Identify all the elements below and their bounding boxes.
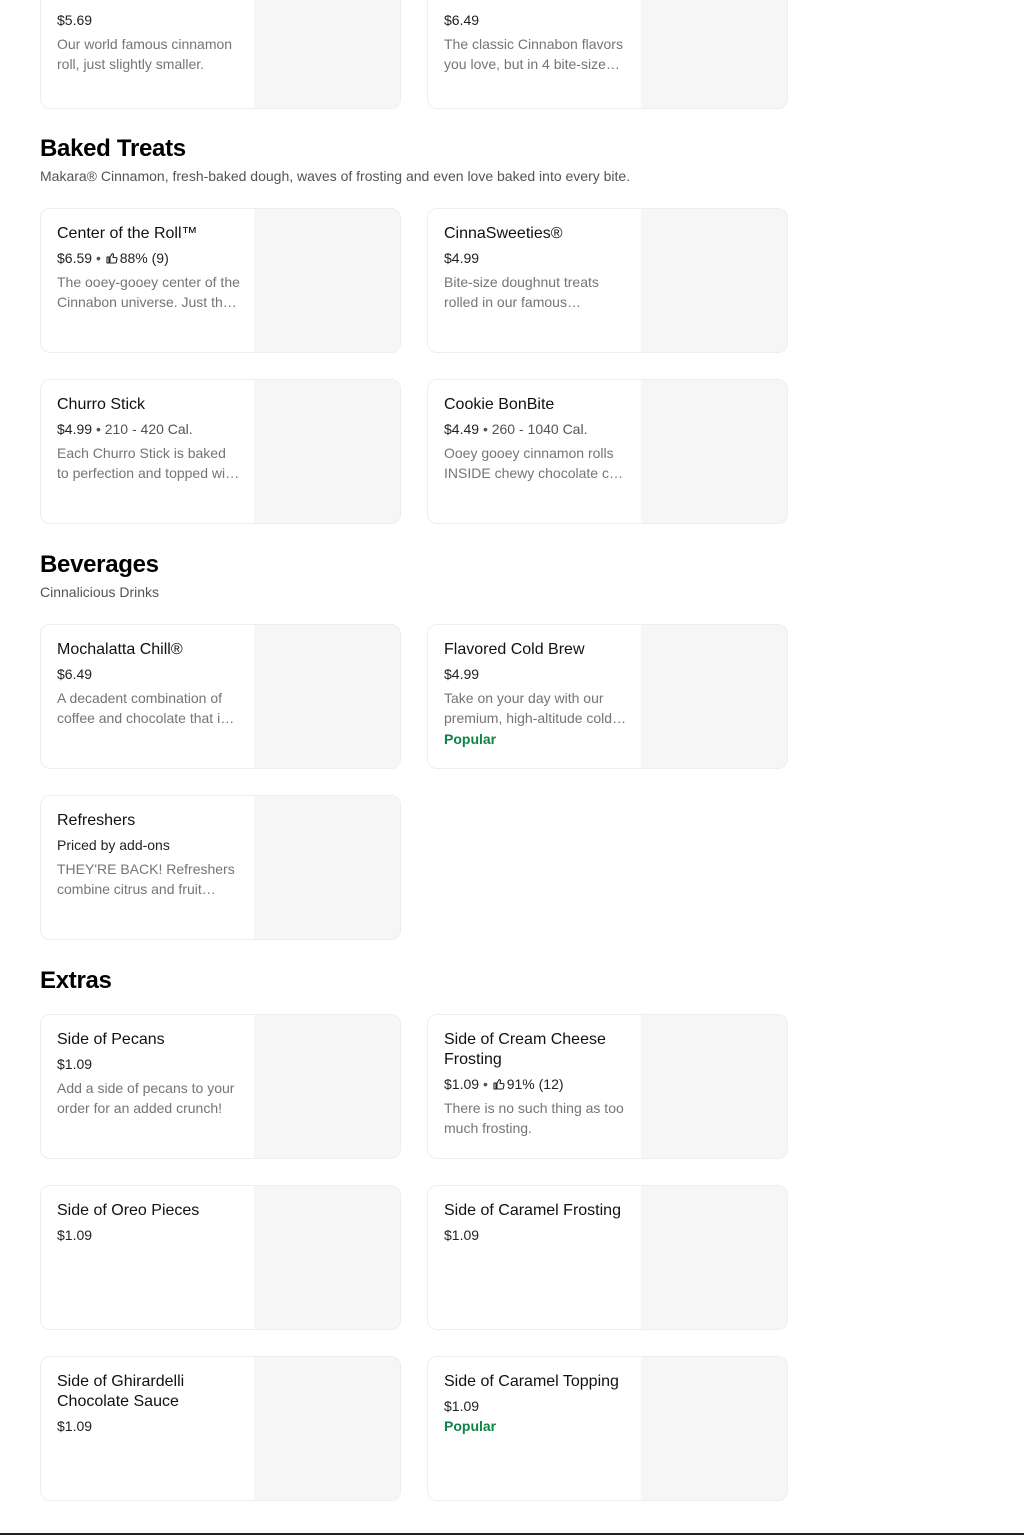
item-price: $4.99 <box>444 666 480 682</box>
item-name: Center of the Roll™ <box>57 225 198 242</box>
thumbs-up-icon <box>106 252 118 264</box>
menu-item-card[interactable]: $6.49 The classic Cinnabon flavors you l… <box>427 0 788 109</box>
section-subtitle: Cinnalicious Drinks <box>40 584 160 600</box>
item-description: The ooey-gooey center of the Cinnabon un… <box>57 274 240 310</box>
menu-item-card[interactable]: $5.69 Our world famous cinnamon roll, ju… <box>40 0 401 109</box>
section-title: Beverages <box>40 551 159 578</box>
item-price: $5.69 <box>57 12 93 28</box>
item-description: Take on your day with our premium, high-… <box>444 690 613 726</box>
item-image <box>641 380 787 523</box>
item-price: $1.09 <box>57 1227 93 1243</box>
popular-badge: Popular <box>444 1418 497 1434</box>
menu-item-card[interactable]: Side of Ghirardelli Chocolate Sauce $1.0… <box>40 1356 401 1501</box>
item-name: Mochalatta Chill® <box>57 641 183 658</box>
item-meta: $4.49 • 260 - 1040 Cal. <box>444 420 628 438</box>
item-name: Side of Ghirardelli Chocolate Sauce <box>57 1373 185 1410</box>
item-image <box>254 209 400 352</box>
item-price: $4.99 <box>57 421 93 437</box>
item-price: $6.59 <box>57 250 93 266</box>
item-image <box>254 380 400 523</box>
item-image <box>254 1015 400 1158</box>
item-image <box>641 1357 787 1500</box>
item-name: Churro Stick <box>57 396 146 413</box>
item-price: $1.09 <box>444 1398 480 1414</box>
item-description: Add a side of pecans to your order for a… <box>57 1080 235 1116</box>
item-description: There is no such thing as too much frost… <box>444 1100 624 1136</box>
section-title: Extras <box>40 967 112 994</box>
item-name: CinnaSweeties® <box>444 225 563 242</box>
item-description: Each Churro Stick is baked to perfection… <box>57 445 237 481</box>
menu-item-card[interactable]: Side of Caramel Topping $1.09 Popular <box>427 1356 788 1501</box>
menu-item-card[interactable]: Churro Stick $4.99 • 210 - 420 Cal. Each… <box>40 379 401 524</box>
item-image <box>641 1015 787 1158</box>
menu-item-card[interactable]: Side of Caramel Frosting $1.09 <box>427 1185 788 1330</box>
item-name: Side of Oreo Pieces <box>57 1202 200 1219</box>
item-image <box>254 625 400 768</box>
separator-dot: • <box>95 421 101 437</box>
item-price: $6.49 <box>444 12 480 28</box>
item-price: $1.09 <box>444 1227 480 1243</box>
item-description: A decadent combination of coffee and cho… <box>57 690 228 726</box>
popular-badge: Popular <box>444 731 497 747</box>
item-rating: 88% (9) <box>119 250 169 266</box>
menu-item-card[interactable]: Center of the Roll™ $6.59 • 88% (9) The … <box>40 208 401 353</box>
item-name: Flavored Cold Brew <box>444 641 585 658</box>
item-description: Bite-size doughnut treats rolled in our … <box>444 274 599 310</box>
item-name: Refreshers <box>57 812 136 829</box>
item-description: THEY'RE BACK! Refreshers combine citrus … <box>57 861 235 897</box>
menu-item-card[interactable]: Flavored Cold Brew $4.99 Take on your da… <box>427 624 788 769</box>
item-description: Our world famous cinnamon roll, just sli… <box>57 36 233 72</box>
menu-item-card[interactable]: Mochalatta Chill® $6.49 A decadent combi… <box>40 624 401 769</box>
separator-dot: • <box>482 421 488 437</box>
item-image <box>641 0 787 108</box>
section-subtitle: Makara® Cinnamon, fresh-baked dough, wav… <box>40 168 631 184</box>
item-calories: 210 - 420 Cal. <box>104 421 193 437</box>
item-meta: $4.99 • 210 - 420 Cal. <box>57 420 241 438</box>
item-image <box>641 209 787 352</box>
item-price: $4.99 <box>444 250 480 266</box>
item-meta: $1.09 • 91% (12) <box>444 1075 628 1093</box>
menu-item-card[interactable]: Side of Cream Cheese Frosting $1.09 • 91… <box>427 1014 788 1159</box>
menu-item-card[interactable]: Side of Oreo Pieces $1.09 <box>40 1185 401 1330</box>
menu-item-card[interactable]: Side of Pecans $1.09 Add a side of pecan… <box>40 1014 401 1159</box>
menu-item-card[interactable]: Refreshers Priced by add-ons THEY'RE BAC… <box>40 795 401 940</box>
item-name: Side of Caramel Topping <box>444 1373 619 1390</box>
menu-item-card[interactable]: Cookie BonBite $4.49 • 260 - 1040 Cal. O… <box>427 379 788 524</box>
item-price: Priced by add-ons <box>57 837 170 853</box>
item-price: $1.09 <box>57 1056 93 1072</box>
item-calories: 260 - 1040 Cal. <box>491 421 588 437</box>
item-price: $1.09 <box>444 1076 480 1092</box>
menu-item-card[interactable]: CinnaSweeties® $4.99 Bite-size doughnut … <box>427 208 788 353</box>
item-price: $6.49 <box>57 666 93 682</box>
item-image <box>254 1186 400 1329</box>
item-name: Side of Pecans <box>57 1031 165 1048</box>
item-name: Side of Caramel Frosting <box>444 1202 621 1219</box>
separator-dot: • <box>482 1076 488 1092</box>
item-name: Cookie BonBite <box>444 396 555 413</box>
item-description: Ooey gooey cinnamon rolls INSIDE chewy c… <box>444 445 628 481</box>
item-image <box>254 796 400 939</box>
item-description: The classic Cinnabon flavors you love, b… <box>444 36 623 72</box>
item-price: $4.49 <box>444 421 480 437</box>
item-image <box>254 1357 400 1500</box>
item-image <box>641 625 787 768</box>
item-image <box>641 1186 787 1329</box>
item-image <box>254 0 400 108</box>
item-price: $1.09 <box>57 1418 93 1434</box>
item-rating: 91% (12) <box>506 1076 564 1092</box>
section-title: Baked Treats <box>40 135 186 162</box>
item-name: Side of Cream Cheese Frosting <box>444 1031 606 1068</box>
separator-dot: • <box>95 250 101 266</box>
item-meta: $6.59 • 88% (9) <box>57 249 241 267</box>
thumbs-up-icon <box>493 1078 505 1090</box>
